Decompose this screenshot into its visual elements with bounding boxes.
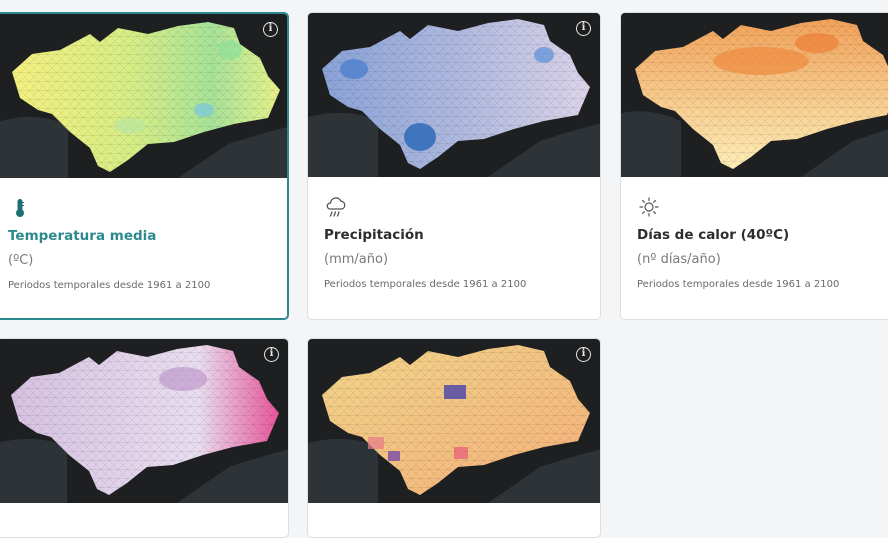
info-icon[interactable]: i — [576, 347, 591, 362]
map-thumbnail — [621, 13, 888, 177]
map-thumbnail — [0, 339, 288, 503]
info-icon[interactable]: i — [263, 22, 278, 37]
map-thumbnail — [0, 14, 287, 178]
indicator-card-dias-calor[interactable]: i Días de calor (40ºC) (nº días/año) Per… — [620, 12, 888, 320]
indicator-card-precipitacion[interactable]: i Precipitación (mm/año) Periodos tempor… — [307, 12, 601, 320]
info-icon[interactable]: i — [264, 347, 279, 362]
card-period: Periodos temporales desde 1961 a 2100 — [324, 279, 527, 290]
card-unit: (nº días/año) — [637, 252, 721, 267]
indicator-card-5[interactable]: i — [307, 338, 601, 538]
card-title: Precipitación — [324, 227, 424, 243]
thermometer-icon — [8, 196, 32, 220]
indicator-card-4[interactable]: i — [0, 338, 289, 538]
card-period: Periodos temporales desde 1961 a 2100 — [8, 280, 211, 291]
indicator-card-temperatura[interactable]: i Temperatura media (ºC) Periodos tempor… — [0, 12, 289, 320]
card-unit: (ºC) — [8, 253, 34, 268]
card-title: Temperatura media — [8, 228, 157, 244]
rain-cloud-icon — [324, 195, 348, 219]
sun-icon — [637, 195, 661, 219]
card-unit: (mm/año) — [324, 252, 389, 267]
map-thumbnail — [308, 13, 600, 177]
info-icon[interactable]: i — [576, 21, 591, 36]
map-thumbnail — [308, 339, 600, 503]
card-period: Periodos temporales desde 1961 a 2100 — [637, 279, 840, 290]
card-title: Días de calor (40ºC) — [637, 227, 790, 243]
